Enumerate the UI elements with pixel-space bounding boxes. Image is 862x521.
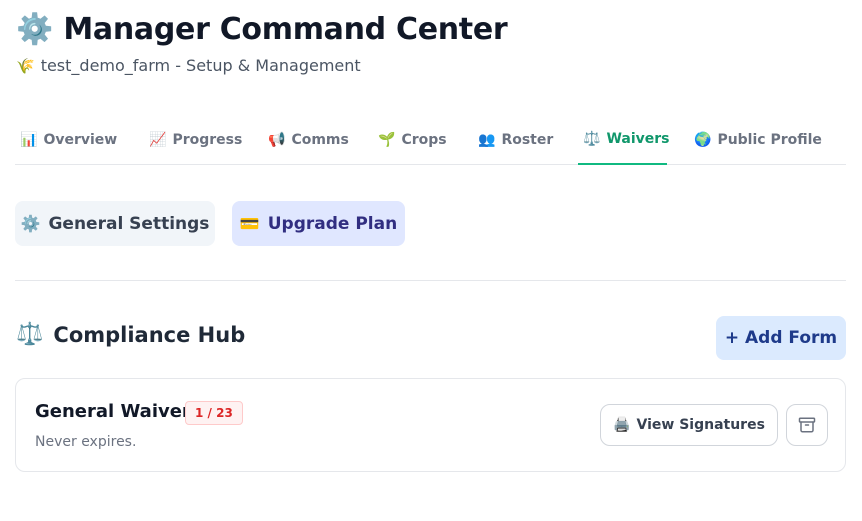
- megaphone-icon: 📢: [268, 131, 286, 148]
- waiver-card: General Waiver 1 / 23 Never expires. 🖨️ …: [15, 378, 846, 472]
- wheat-icon: 🌾: [16, 56, 35, 75]
- tab-label: Progress: [172, 131, 243, 148]
- gear-icon: ⚙️: [20, 214, 41, 233]
- credit-card-icon: 💳: [239, 214, 260, 233]
- tab-spacer: [351, 114, 373, 165]
- scales-icon: ⚖️: [16, 322, 44, 347]
- people-icon: 👥: [478, 131, 496, 148]
- gear-icon: ⚙️: [16, 12, 54, 47]
- tab-label: Roster: [501, 131, 554, 148]
- tab-comms[interactable]: 📢 Comms: [263, 114, 351, 165]
- seedling-icon: 🌱: [378, 131, 396, 148]
- tab-overview[interactable]: 📊 Overview: [15, 114, 122, 165]
- add-form-button[interactable]: + Add Form: [716, 316, 846, 360]
- tab-spacer: [241, 114, 263, 165]
- section-divider: [15, 280, 846, 281]
- tab-spacer: [556, 114, 578, 165]
- tab-progress[interactable]: 📈 Progress: [144, 114, 243, 165]
- tab-public-profile[interactable]: 🌍 Public Profile: [689, 114, 822, 165]
- view-signatures-label: View Signatures: [636, 417, 765, 433]
- trend-chart-icon: 📈: [149, 131, 167, 148]
- tab-label: Waivers: [606, 130, 670, 147]
- scales-icon: ⚖️: [583, 130, 601, 147]
- archive-icon: [798, 417, 816, 433]
- upgrade-plan-label: Upgrade Plan: [267, 213, 398, 234]
- tab-spacer: [667, 114, 689, 165]
- compliance-hub-title: Compliance Hub: [53, 322, 246, 347]
- waiver-name: General Waiver: [35, 401, 191, 422]
- view-signatures-button[interactable]: 🖨️ View Signatures: [600, 404, 778, 446]
- page-subtitle-row: 🌾 test_demo_farm - Setup & Management: [16, 56, 361, 75]
- signature-count-badge: 1 / 23: [185, 401, 243, 425]
- compliance-hub-header: ⚖️ Compliance Hub: [16, 322, 245, 347]
- waiver-expiry: Never expires.: [35, 434, 137, 450]
- printer-icon: 🖨️: [613, 417, 631, 433]
- tab-waivers[interactable]: ⚖️ Waivers: [578, 114, 670, 165]
- tab-label: Crops: [401, 131, 447, 148]
- globe-icon: 🌍: [694, 131, 712, 148]
- tab-roster[interactable]: 👥 Roster: [473, 114, 556, 165]
- tab-spacer: [122, 114, 144, 165]
- tab-bar: 📊 Overview 📈 Progress 📢 Comms 🌱 Crops 👥 …: [15, 114, 846, 165]
- tab-label: Comms: [291, 131, 349, 148]
- bar-chart-icon: 📊: [20, 131, 38, 148]
- tab-spacer: [451, 114, 473, 165]
- general-settings-button[interactable]: ⚙️ General Settings: [15, 201, 215, 246]
- page-title: Manager Command Center: [63, 12, 508, 47]
- tab-crops[interactable]: 🌱 Crops: [373, 114, 451, 165]
- upgrade-plan-button[interactable]: 💳 Upgrade Plan: [232, 201, 405, 246]
- tab-label: Overview: [43, 131, 118, 148]
- tab-label: Public Profile: [717, 131, 822, 148]
- general-settings-label: General Settings: [48, 213, 210, 234]
- page-subtitle: test_demo_farm - Setup & Management: [40, 56, 361, 75]
- archive-button[interactable]: [786, 404, 828, 446]
- page-header: ⚙️ Manager Command Center: [16, 10, 508, 50]
